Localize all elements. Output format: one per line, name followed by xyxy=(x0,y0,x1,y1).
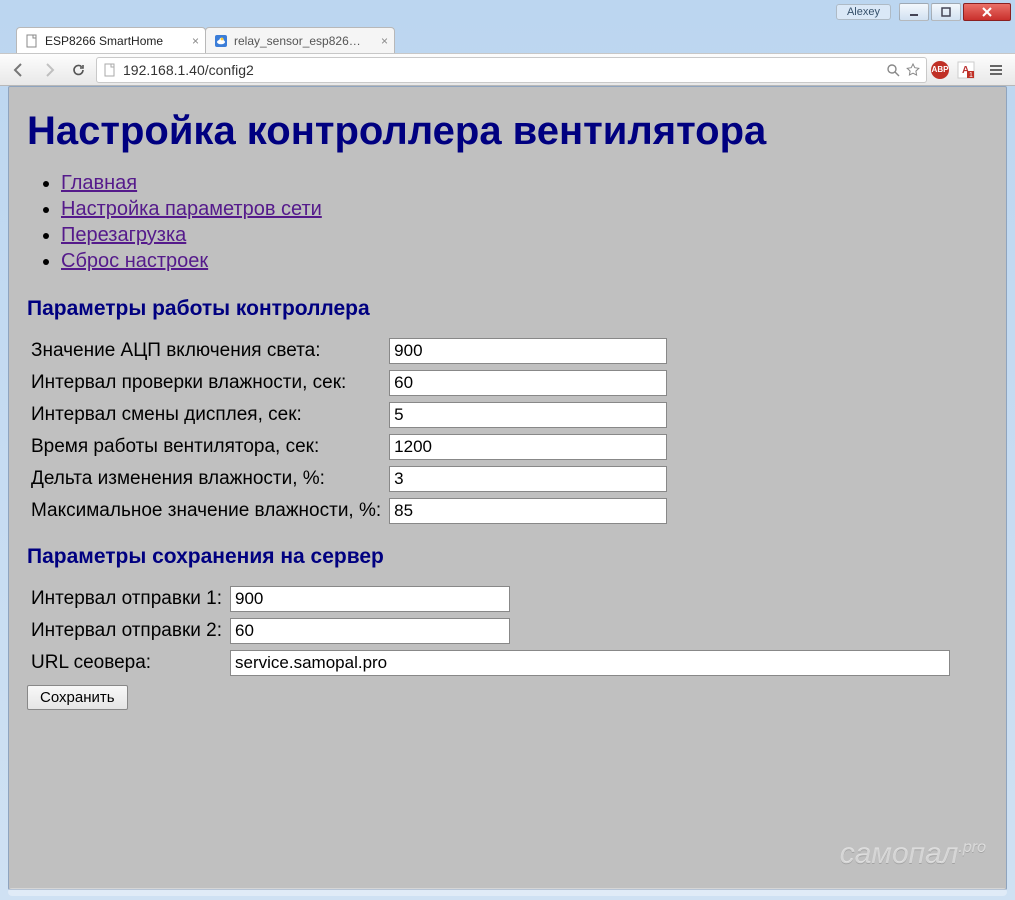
field-label: Интервал отправки 1: xyxy=(27,583,226,615)
controller-params-table: Значение АЦП включения света: Интервал п… xyxy=(27,335,671,527)
svg-text:1: 1 xyxy=(969,72,973,79)
minimize-button[interactable] xyxy=(899,3,929,21)
fan-runtime-input[interactable] xyxy=(389,434,667,460)
server-url-input[interactable] xyxy=(230,650,950,676)
back-button[interactable] xyxy=(6,57,32,83)
extension-a1-icon[interactable]: A1 xyxy=(953,57,979,83)
back-icon xyxy=(11,62,27,78)
reload-icon xyxy=(71,62,87,78)
humidity-check-interval-input[interactable] xyxy=(389,370,667,396)
field-label: Интервал отправки 2: xyxy=(27,615,226,647)
window-titlebar: Alexey xyxy=(0,0,1015,24)
section-title-controller: Параметры работы контроллера xyxy=(27,297,988,321)
menu-icon xyxy=(988,62,1004,78)
tab-close-icon[interactable]: × xyxy=(381,34,388,48)
nav-link-home[interactable]: Главная xyxy=(61,172,137,194)
address-url[interactable]: 192.168.1.40/config2 xyxy=(123,62,886,78)
send-interval-1-input[interactable] xyxy=(230,586,510,612)
abp-extension-icon[interactable]: ABP xyxy=(931,61,949,79)
nav-link-network[interactable]: Настройка параметров сети xyxy=(61,198,322,220)
user-pill: Alexey xyxy=(836,4,891,20)
section-title-server: Параметры сохранения на сервер xyxy=(27,545,988,569)
zoom-icon[interactable] xyxy=(886,63,900,77)
field-label: Интервал смены дисплея, сек: xyxy=(27,399,385,431)
server-params-table: Интервал отправки 1: Интервал отправки 2… xyxy=(27,583,954,679)
nav-list: Главная Настройка параметров сети Переза… xyxy=(61,172,988,273)
menu-button[interactable] xyxy=(983,57,1009,83)
humidity-max-input[interactable] xyxy=(389,498,667,524)
window-bottom-frame xyxy=(8,888,1007,896)
tab-0[interactable]: ESP8266 SmartHome × xyxy=(16,27,206,53)
field-label: Интервал проверки влажности, сек: xyxy=(27,367,385,399)
star-icon[interactable] xyxy=(906,63,920,77)
tab-strip: ESP8266 SmartHome × relay_sensor_esp826…… xyxy=(0,24,1015,53)
maximize-button[interactable] xyxy=(931,3,961,21)
send-interval-2-input[interactable] xyxy=(230,618,510,644)
page-title: Настройка контроллера вентилятора xyxy=(27,109,988,154)
field-label: Максимальное значение влажности, %: xyxy=(27,495,385,527)
close-button[interactable] xyxy=(963,3,1011,21)
page-icon xyxy=(103,63,117,77)
nav-link-reset[interactable]: Сброс настроек xyxy=(61,250,208,272)
list-item: Главная xyxy=(61,172,988,195)
viewport: Настройка контроллера вентилятора Главна… xyxy=(8,86,1007,890)
watermark: самопал.pro xyxy=(840,837,986,871)
tab-1[interactable]: relay_sensor_esp826… × xyxy=(205,27,395,53)
file-icon xyxy=(25,34,39,48)
list-item: Настройка параметров сети xyxy=(61,198,988,221)
display-switch-interval-input[interactable] xyxy=(389,402,667,428)
field-label: Время работы вентилятора, сек: xyxy=(27,431,385,463)
a1-icon: A1 xyxy=(957,61,975,79)
field-label: Значение АЦП включения света: xyxy=(27,335,385,367)
humidity-delta-input[interactable] xyxy=(389,466,667,492)
nav-link-reboot[interactable]: Перезагрузка xyxy=(61,224,186,246)
address-bar[interactable]: 192.168.1.40/config2 xyxy=(96,57,927,83)
reload-button[interactable] xyxy=(66,57,92,83)
page-content: Настройка контроллера вентилятора Главна… xyxy=(9,87,1006,740)
tab-label: ESP8266 SmartHome xyxy=(45,34,163,48)
field-label: URL сеовера: xyxy=(27,647,226,679)
list-item: Перезагрузка xyxy=(61,224,988,247)
close-icon xyxy=(981,6,993,18)
cloud-icon xyxy=(214,34,228,48)
list-item: Сброс настроек xyxy=(61,250,988,273)
browser-toolbar: 192.168.1.40/config2 ABP A1 xyxy=(0,53,1015,86)
forward-button[interactable] xyxy=(36,57,62,83)
maximize-icon xyxy=(941,7,951,17)
forward-icon xyxy=(41,62,57,78)
field-label: Дельта изменения влажности, %: xyxy=(27,463,385,495)
adc-light-on-input[interactable] xyxy=(389,338,667,364)
save-button[interactable]: Сохранить xyxy=(27,685,128,710)
minimize-icon xyxy=(909,7,919,17)
tab-close-icon[interactable]: × xyxy=(192,34,199,48)
tab-label: relay_sensor_esp826… xyxy=(234,34,361,48)
